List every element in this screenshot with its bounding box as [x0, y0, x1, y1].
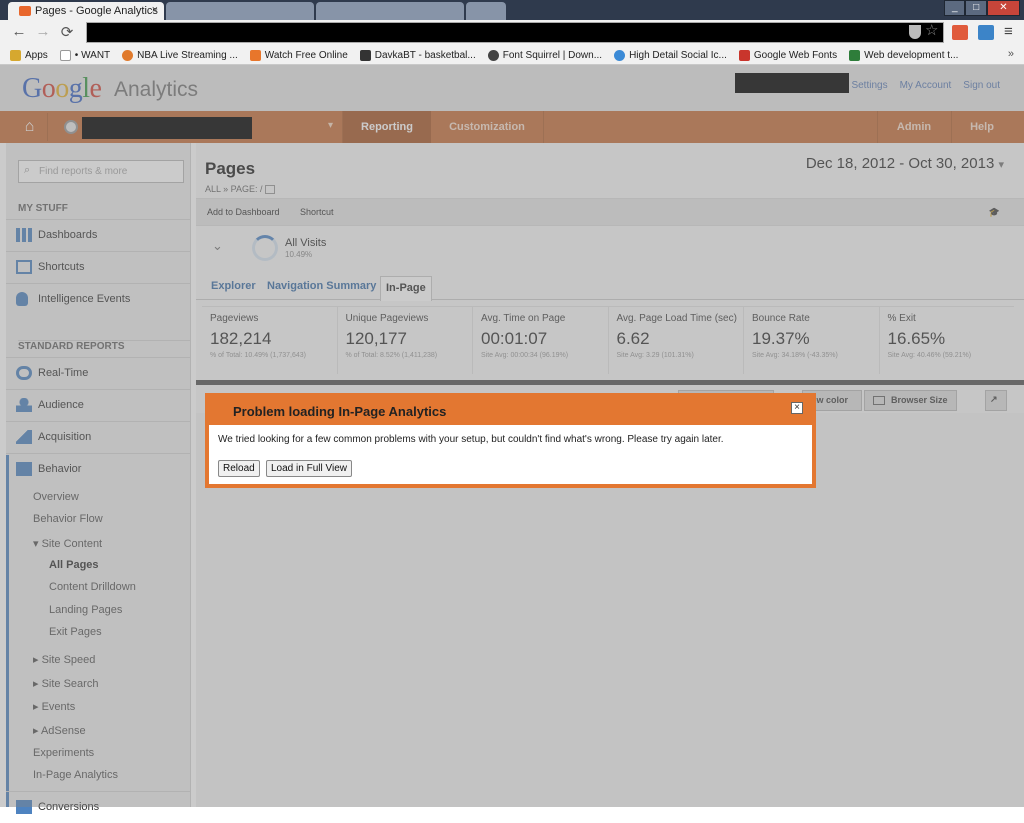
bookmark-item[interactable]: High Detail Social Ic... [614, 49, 727, 61]
bookmark-item[interactable]: • WANT [59, 49, 110, 61]
forward-arrow-icon[interactable]: → [34, 23, 52, 40]
bookmark-favicon-icon [359, 49, 371, 61]
bookmark-item[interactable]: NBA Live Streaming ... [122, 49, 238, 61]
bookmark-item[interactable]: Font Squirrel | Down... [487, 49, 602, 61]
maximize-button[interactable]: □ [965, 0, 987, 16]
bookmark-star-icon[interactable]: ☆ [925, 21, 938, 39]
tab-close-icon[interactable]: × [152, 4, 158, 16]
bookmark-item[interactable]: Google Web Fonts [738, 49, 837, 61]
bookmark-item[interactable]: Web development t... [849, 49, 958, 61]
reload-icon[interactable]: ⟳ [58, 23, 76, 41]
load-full-view-button[interactable]: Load in Full View [266, 460, 352, 477]
address-bar[interactable] [86, 22, 944, 43]
bookmark-favicon-icon [249, 49, 261, 61]
dialog-header: Problem loading In-Page Analytics × [209, 397, 812, 425]
bookmark-item[interactable]: Apps [10, 49, 48, 61]
bookmark-favicon-icon [738, 49, 750, 61]
more-bookmarks-icon[interactable]: » [1008, 48, 1014, 60]
bookmark-item[interactable]: DavkaBT - basketbal... [359, 49, 476, 61]
browser-menu-icon[interactable]: ≡ [1004, 23, 1013, 40]
bookmark-item[interactable]: Watch Free Online [249, 49, 348, 61]
dialog-message: We tried looking for a few common proble… [218, 434, 724, 445]
page-icon [59, 49, 71, 61]
reload-button[interactable]: Reload [218, 460, 260, 477]
window-controls: _ □ ✕ [944, 0, 1020, 16]
extension-icon[interactable] [978, 25, 994, 40]
browser-tab[interactable] [466, 2, 506, 20]
browser-tab-active[interactable]: Pages - Google Analytics × [8, 2, 164, 20]
analytics-favicon-icon [19, 6, 31, 16]
bookmarks-bar: Apps • WANT NBA Live Streaming ... Watch… [0, 46, 1024, 65]
bookmark-favicon-icon [487, 49, 499, 61]
browser-tab-strip: Pages - Google Analytics × _ □ ✕ [0, 0, 1024, 20]
close-window-button[interactable]: ✕ [986, 0, 1020, 16]
browser-toolbar: ← → ⟳ ☆ ≡ [0, 20, 1024, 46]
minimize-button[interactable]: _ [944, 0, 966, 16]
extension-icon[interactable] [952, 25, 968, 40]
bookmark-favicon-icon [614, 49, 626, 61]
bookmark-favicon-icon [849, 49, 861, 61]
close-icon[interactable]: × [791, 402, 803, 414]
bookmark-favicon-icon [122, 49, 134, 61]
browser-tab[interactable] [316, 2, 464, 20]
dialog-title: Problem loading In-Page Analytics [233, 404, 447, 419]
back-arrow-icon[interactable]: ← [10, 23, 28, 40]
tab-title: Pages - Google Analytics [35, 5, 158, 17]
bookmark-favicon-icon [10, 49, 21, 61]
shield-icon[interactable] [909, 25, 921, 39]
error-dialog: Problem loading In-Page Analytics × We t… [205, 393, 816, 488]
browser-tab[interactable] [166, 2, 314, 20]
